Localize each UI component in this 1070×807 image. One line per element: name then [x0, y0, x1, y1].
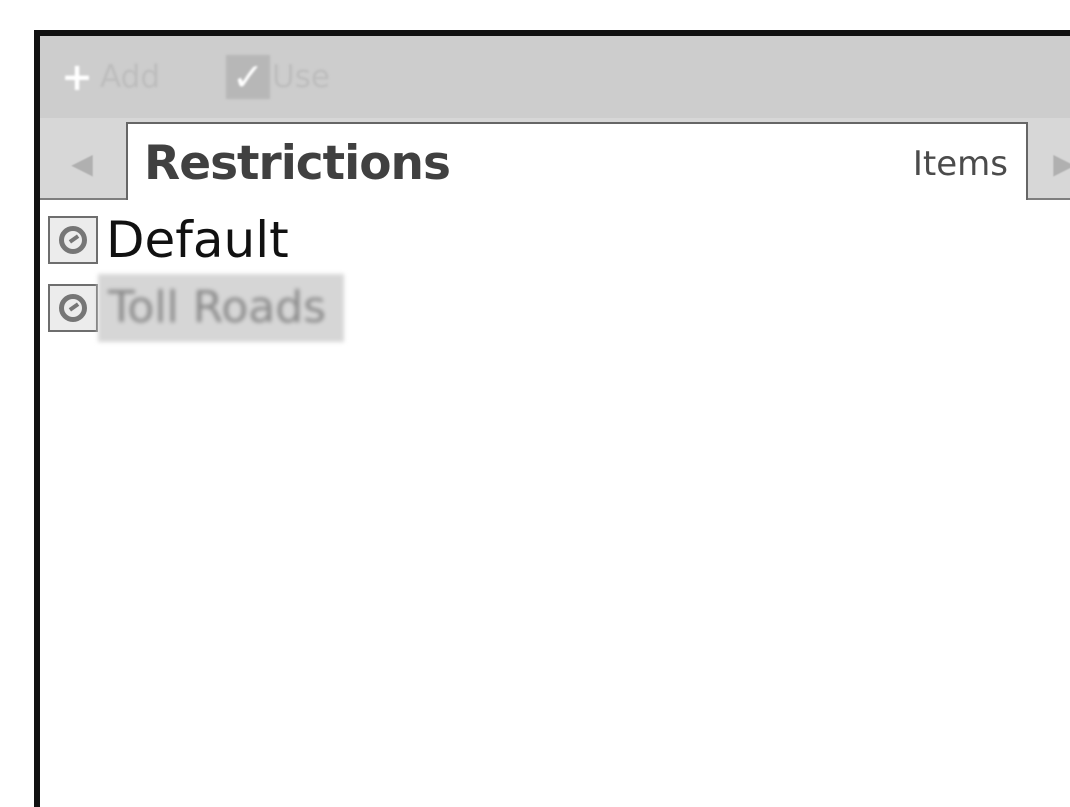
checkmark-icon: ✓	[226, 55, 270, 99]
restrictions-list: Default Toll Roads	[48, 206, 948, 342]
restriction-symbol-icon	[59, 294, 87, 322]
tab-restrictions[interactable]: Restrictions Items	[126, 122, 1028, 200]
list-item-label: Default	[106, 211, 289, 269]
restriction-icon	[48, 284, 98, 332]
add-button[interactable]: + Add	[56, 54, 160, 100]
list-item-default[interactable]: Default	[48, 206, 948, 274]
list-item-label: Toll Roads	[98, 274, 345, 342]
add-button-label: Add	[100, 59, 161, 95]
tab-scroll-right-button[interactable]: ▶	[1040, 136, 1070, 190]
app-window: + Add ✓ Use ◀ Restrictions Items ▶ Defau…	[34, 30, 1070, 807]
list-item-toll-roads[interactable]: Toll Roads	[48, 274, 948, 342]
tab-subtitle: Items	[912, 144, 1008, 184]
tab-bar: ◀ Restrictions Items ▶	[40, 118, 1070, 200]
tab-title: Restrictions	[144, 136, 451, 191]
toolbar: + Add ✓ Use	[40, 36, 1070, 118]
restriction-symbol-icon	[59, 226, 87, 254]
plus-icon: +	[61, 55, 93, 99]
tab-scroll-left-button[interactable]: ◀	[58, 136, 106, 190]
restriction-icon	[48, 216, 98, 264]
use-button-label: Use	[272, 59, 330, 95]
use-button[interactable]: ✓ Use	[226, 54, 330, 100]
